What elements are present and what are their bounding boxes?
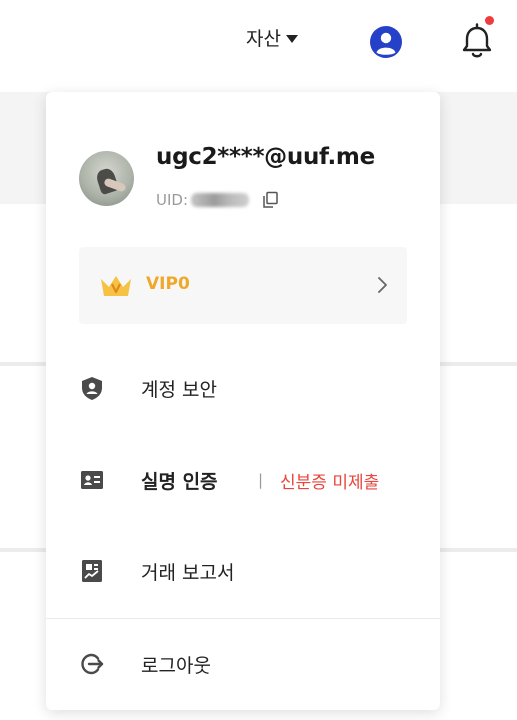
crown-icon <box>101 276 131 296</box>
uid-label: UID: <box>156 191 189 209</box>
uid-value-masked <box>191 193 250 207</box>
menu-item-label: 로그아웃 <box>141 654 211 677</box>
user-account-button[interactable] <box>366 22 406 62</box>
id-card-icon <box>81 471 103 489</box>
menu-item-logout[interactable]: 로그아웃 <box>46 634 440 694</box>
assets-label: 자산 <box>246 28 281 50</box>
vip-level-card[interactable]: VIP0 <box>79 247 407 324</box>
menu-item-label: 거래 보고서 <box>141 561 235 584</box>
account-email: ugc2****@uuf.me <box>156 144 375 170</box>
chevron-right-icon <box>378 277 387 293</box>
uid-row: UID: <box>156 191 279 209</box>
menu-item-trading-report[interactable]: 거래 보고서 <box>46 541 440 601</box>
menu-item-label: 계정 보안 <box>141 378 217 401</box>
separator: | <box>258 471 264 489</box>
divider <box>46 618 440 619</box>
notifications-button[interactable] <box>456 16 498 62</box>
menu-item-label: 실명 인증 <box>141 470 218 493</box>
user-circle-icon <box>370 26 402 58</box>
account-dropdown-panel: ugc2****@uuf.me UID: VIP0 계정 보안 실명 인증 | … <box>46 92 440 710</box>
vip-level-label: VIP0 <box>146 274 190 294</box>
notification-dot <box>485 16 494 25</box>
logout-icon <box>81 653 104 675</box>
copy-icon[interactable] <box>261 191 279 209</box>
verification-status: 신분증 미제출 <box>280 472 380 493</box>
top-navigation-bar: 자산 <box>0 0 517 86</box>
report-chart-icon <box>82 560 102 582</box>
bell-icon <box>462 23 492 58</box>
menu-item-identity-verification[interactable]: 실명 인증 | 신분증 미제출 <box>46 450 440 510</box>
shield-user-icon <box>82 377 102 400</box>
caret-down-icon <box>285 34 298 43</box>
avatar[interactable] <box>79 151 134 206</box>
menu-item-account-security[interactable]: 계정 보안 <box>46 358 440 418</box>
assets-dropdown[interactable]: 자산 <box>246 24 298 51</box>
